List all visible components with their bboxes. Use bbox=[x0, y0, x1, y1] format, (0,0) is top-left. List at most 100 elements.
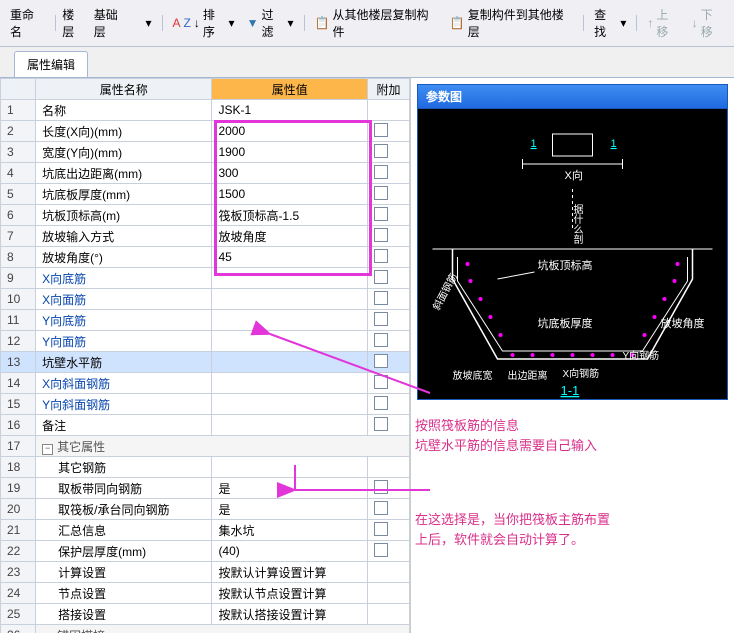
prop-name: 宽度(Y向)(mm) bbox=[36, 142, 212, 163]
checkbox[interactable] bbox=[374, 186, 388, 200]
prop-value[interactable] bbox=[212, 310, 368, 331]
table-row[interactable]: 5坑底板厚度(mm)1500 bbox=[1, 184, 410, 205]
tab-properties[interactable]: 属性编辑 bbox=[14, 51, 88, 77]
checkbox[interactable] bbox=[374, 396, 388, 410]
rename-button[interactable]: 重命名 bbox=[6, 4, 49, 42]
prop-value[interactable] bbox=[212, 373, 368, 394]
row-number: 15 bbox=[1, 394, 36, 415]
prop-value[interactable] bbox=[212, 352, 368, 373]
filter-button[interactable]: ▼ 过滤 ▾ bbox=[243, 4, 298, 42]
prop-value[interactable]: 1500 bbox=[212, 184, 368, 205]
row-number: 18 bbox=[1, 457, 36, 478]
col-value[interactable]: 属性值 bbox=[212, 79, 368, 100]
table-row[interactable]: 4坑底出边距离(mm)300 bbox=[1, 163, 410, 184]
prop-value[interactable]: 1900 bbox=[212, 142, 368, 163]
row-number: 14 bbox=[1, 373, 36, 394]
checkbox[interactable] bbox=[374, 291, 388, 305]
prop-extra bbox=[368, 499, 410, 520]
tree-toggle[interactable]: − bbox=[42, 444, 53, 455]
checkbox[interactable] bbox=[374, 207, 388, 221]
prop-value[interactable] bbox=[212, 268, 368, 289]
table-row[interactable]: 26+锚固搭接 bbox=[1, 625, 410, 633]
table-row[interactable]: 16备注 bbox=[1, 415, 410, 436]
prop-value[interactable] bbox=[212, 394, 368, 415]
prop-value[interactable]: 按默认节点设置计算 bbox=[212, 583, 368, 604]
checkbox[interactable] bbox=[374, 333, 388, 347]
prop-extra bbox=[368, 184, 410, 205]
table-row[interactable]: 25搭接设置按默认搭接设置计算 bbox=[1, 604, 410, 625]
property-grid[interactable]: 属性名称 属性值 附加 1名称JSK-12长度(X向)(mm)20003宽度(Y… bbox=[0, 78, 410, 633]
prop-value[interactable]: 是 bbox=[212, 478, 368, 499]
table-row[interactable]: 19取板带同向钢筋是 bbox=[1, 478, 410, 499]
copy-from-button[interactable]: 📋 从其他楼层复制构件 bbox=[310, 4, 441, 42]
row-number: 1 bbox=[1, 100, 36, 121]
prop-extra bbox=[368, 394, 410, 415]
table-row[interactable]: 18其它钢筋 bbox=[1, 457, 410, 478]
table-row[interactable]: 14X向斜面钢筋 bbox=[1, 373, 410, 394]
prop-value[interactable]: 筏板顶标高-1.5 bbox=[212, 205, 368, 226]
copy-to-button[interactable]: 📋 复制构件到其他楼层 bbox=[446, 4, 577, 42]
row-number: 13 bbox=[1, 352, 36, 373]
col-name[interactable]: 属性名称 bbox=[36, 79, 212, 100]
prop-extra bbox=[368, 226, 410, 247]
figure-title: 参数图 bbox=[417, 84, 728, 109]
table-row[interactable]: 23计算设置按默认计算设置计算 bbox=[1, 562, 410, 583]
checkbox[interactable] bbox=[374, 144, 388, 158]
prop-value[interactable]: JSK-1 bbox=[212, 100, 368, 121]
svg-text:斜面钢筋: 斜面钢筋 bbox=[430, 271, 460, 312]
checkbox[interactable] bbox=[374, 123, 388, 137]
prop-value[interactable] bbox=[212, 457, 368, 478]
table-row[interactable]: 12Y向面筋 bbox=[1, 331, 410, 352]
annotation-2: 在这选择是，当你把筏板主筋布置 上后，软件就会自动计算了。 bbox=[415, 510, 610, 549]
prop-value[interactable]: 按默认计算设置计算 bbox=[212, 562, 368, 583]
table-row[interactable]: 24节点设置按默认节点设置计算 bbox=[1, 583, 410, 604]
prop-value[interactable] bbox=[212, 415, 368, 436]
table-row[interactable]: 22保护层厚度(mm)(40) bbox=[1, 541, 410, 562]
table-row[interactable]: 3宽度(Y向)(mm)1900 bbox=[1, 142, 410, 163]
table-row[interactable]: 10X向面筋 bbox=[1, 289, 410, 310]
table-row[interactable]: 1名称JSK-1 bbox=[1, 100, 410, 121]
table-row[interactable]: 21汇总信息集水坑 bbox=[1, 520, 410, 541]
checkbox[interactable] bbox=[374, 354, 388, 368]
row-number: 6 bbox=[1, 205, 36, 226]
prop-name: 坑板顶标高(m) bbox=[36, 205, 212, 226]
checkbox[interactable] bbox=[374, 375, 388, 389]
prop-value[interactable] bbox=[212, 331, 368, 352]
prop-value[interactable]: 按默认搭接设置计算 bbox=[212, 604, 368, 625]
table-row[interactable]: 20取筏板/承台同向钢筋是 bbox=[1, 499, 410, 520]
table-row[interactable]: 11Y向底筋 bbox=[1, 310, 410, 331]
table-row[interactable]: 8放坡角度(°)45 bbox=[1, 247, 410, 268]
checkbox[interactable] bbox=[374, 522, 388, 536]
prop-value[interactable]: 是 bbox=[212, 499, 368, 520]
checkbox[interactable] bbox=[374, 228, 388, 242]
table-row[interactable]: 6坑板顶标高(m)筏板顶标高-1.5 bbox=[1, 205, 410, 226]
prop-value[interactable]: 集水坑 bbox=[212, 520, 368, 541]
checkbox[interactable] bbox=[374, 480, 388, 494]
prop-value[interactable]: 放坡角度 bbox=[212, 226, 368, 247]
prop-value[interactable]: 300 bbox=[212, 163, 368, 184]
annotation-1: 按照筏板筋的信息 坑壁水平筋的信息需要自己输入 bbox=[415, 416, 597, 455]
table-row[interactable]: 9X向底筋 bbox=[1, 268, 410, 289]
sort-button[interactable]: AZ↓ 排序 ▾ bbox=[169, 4, 239, 42]
checkbox[interactable] bbox=[374, 543, 388, 557]
floor-select[interactable]: 基础层▾ bbox=[90, 4, 156, 42]
table-row[interactable]: 17−其它属性 bbox=[1, 436, 410, 457]
table-row[interactable]: 15Y向斜面钢筋 bbox=[1, 394, 410, 415]
checkbox[interactable] bbox=[374, 312, 388, 326]
table-row[interactable]: 7放坡输入方式放坡角度 bbox=[1, 226, 410, 247]
prop-value[interactable]: 2000 bbox=[212, 121, 368, 142]
col-extra[interactable]: 附加 bbox=[368, 79, 410, 100]
checkbox[interactable] bbox=[374, 270, 388, 284]
table-row[interactable]: 13坑壁水平筋 bbox=[1, 352, 410, 373]
prop-value[interactable]: (40) bbox=[212, 541, 368, 562]
checkbox[interactable] bbox=[374, 165, 388, 179]
find-button[interactable]: 查找 ▾ bbox=[590, 4, 630, 42]
checkbox[interactable] bbox=[374, 249, 388, 263]
row-number: 20 bbox=[1, 499, 36, 520]
prop-extra bbox=[368, 520, 410, 541]
prop-value[interactable]: 45 bbox=[212, 247, 368, 268]
table-row[interactable]: 2长度(X向)(mm)2000 bbox=[1, 121, 410, 142]
prop-value[interactable] bbox=[212, 289, 368, 310]
checkbox[interactable] bbox=[374, 417, 388, 431]
checkbox[interactable] bbox=[374, 501, 388, 515]
